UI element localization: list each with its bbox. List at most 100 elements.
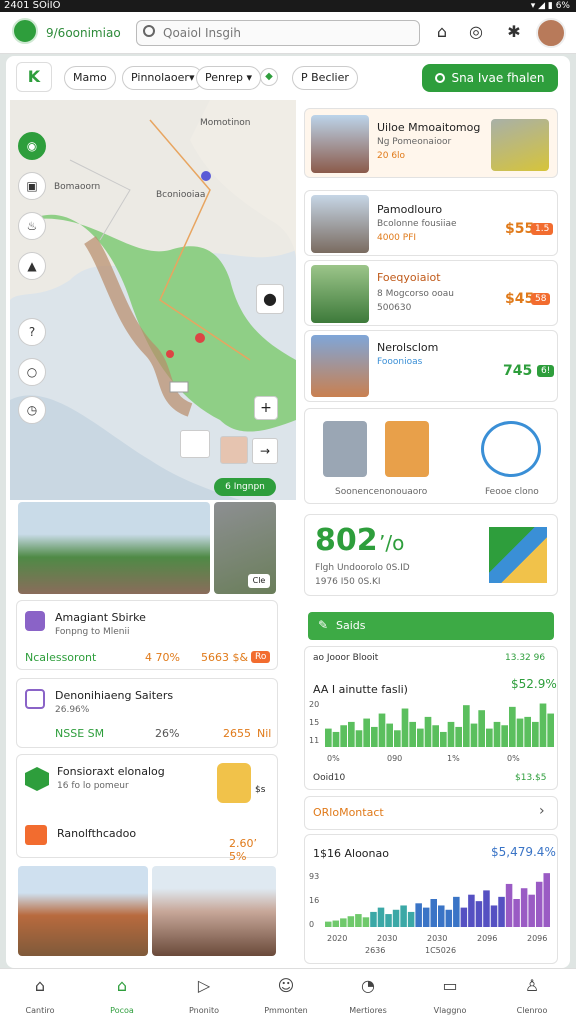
chart1-bar: [325, 728, 332, 747]
chart2-bar: [513, 899, 520, 927]
search-input[interactable]: Qoaiol Insgih: [136, 20, 420, 46]
shield-icon[interactable]: ◆: [260, 68, 278, 86]
collapse-button[interactable]: K: [16, 62, 52, 92]
chart1-bar: [424, 716, 432, 747]
smile-icon: ☺: [277, 976, 295, 995]
compass-icon[interactable]: ◎: [466, 22, 486, 42]
place-badge: 6!: [537, 365, 555, 377]
temple-photo[interactable]: [18, 866, 148, 956]
nav-bag[interactable]: ▭ Vlaggno: [418, 968, 482, 1024]
filter-pill-3[interactable]: Penrep ▾: [196, 66, 262, 90]
user-avatar[interactable]: [536, 18, 566, 48]
chart2-bar: [453, 896, 460, 927]
building-button[interactable]: ▣: [18, 172, 46, 200]
map-thumb-icon[interactable]: ●: [256, 284, 284, 314]
chart2-xtick: 2030: [427, 934, 447, 943]
layers-button[interactable]: ◉: [18, 132, 46, 160]
map-photo-2[interactable]: [220, 436, 248, 464]
status-time: 2401 SOiIO: [4, 0, 61, 11]
street-photo[interactable]: [18, 502, 210, 594]
place-photo: [311, 335, 369, 397]
chart1-bar: [371, 726, 378, 747]
map-arrow-button[interactable]: →: [252, 438, 278, 464]
stat-logo-icon: [489, 527, 547, 583]
chart2-bar: [355, 914, 362, 927]
place-card-2[interactable]: Pamodlouro Bcolonne fousiiae 4000 PFI $5…: [304, 190, 558, 256]
place-card-1[interactable]: Uiloe Mmoaitomog Ng Pomeonaioor 20 6lo: [304, 108, 558, 178]
primary-cta-button[interactable]: Sna Ivae fhalen: [422, 64, 558, 92]
illustration-card[interactable]: Soonencenonouaoro Feooe clono: [304, 408, 558, 504]
chart2-xtick: 2020: [327, 934, 347, 943]
chart2-bar: [392, 909, 400, 927]
link-row[interactable]: ORloMontact ›: [304, 796, 558, 830]
chart2-bar: [347, 916, 355, 927]
chart2-bar: [415, 903, 422, 927]
info-button[interactable]: ?: [18, 318, 46, 346]
brand-logo-icon: [12, 18, 38, 44]
card-icon: [25, 611, 45, 631]
section-title: Saids: [336, 619, 366, 632]
nav-explore[interactable]: ⌂ Pocoa: [90, 968, 154, 1024]
nav-home[interactable]: ⌂ Cantiro: [8, 968, 72, 1024]
notification-icon[interactable]: ✱: [504, 22, 524, 42]
chart2-bar: [422, 907, 430, 927]
chart2-bar: [400, 905, 407, 927]
listing-card-3[interactable]: Fonsioraxt elonalog 16 fo lo pomeur $s R…: [16, 754, 278, 863]
filter-button[interactable]: P Beclier: [292, 66, 358, 90]
chart1-bar: [332, 731, 340, 747]
chevron-right-icon: ›: [539, 803, 545, 819]
bag-icon[interactable]: ⌂: [432, 22, 452, 42]
cta-circle-icon: [435, 73, 446, 83]
mountain-button[interactable]: ▲: [18, 252, 46, 280]
card-badge: Nil: [257, 727, 272, 740]
zoom-in-button[interactable]: +: [254, 396, 278, 420]
place-card-4[interactable]: Nerolsclom Fooonioas 745 6!: [304, 330, 558, 402]
ranking-icon: [25, 825, 47, 845]
filter-pill-1[interactable]: Mamo: [64, 66, 116, 90]
place-title: Uiloe Mmoaitomog: [377, 121, 481, 134]
map-count-badge[interactable]: 6 Ingnpn: [214, 478, 276, 496]
stat-line-1: Flgh Undoorolo 0S.ID: [315, 563, 410, 573]
chart2-xtick: 2096: [477, 934, 497, 943]
listing-card-2[interactable]: Denonihiaeng Saiters 26.96% NSSE SM 26% …: [16, 678, 278, 748]
chart2-bar: [520, 888, 528, 927]
place-title: Pamodlouro: [377, 203, 443, 216]
status-icons: ▾ ◢ ▮ 6%: [530, 1, 570, 11]
cup-button[interactable]: ♨: [18, 212, 46, 240]
place-card-3[interactable]: Foeqyoiaiot 8 Mogcorso ooau 500630 $45 5…: [304, 260, 558, 326]
chart1-bar: [516, 718, 524, 747]
location-button[interactable]: ○: [18, 358, 46, 386]
chart1-bar: [486, 728, 493, 747]
place-price: $45: [505, 291, 535, 307]
compass-nav-icon: ◔: [361, 976, 375, 995]
section-header[interactable]: ✎ Saids: [308, 612, 554, 640]
nav-smile[interactable]: ☺ Pmmonten: [254, 968, 318, 1024]
nav-compass[interactable]: ◔ Mertiores: [336, 968, 400, 1024]
chart1-bar: [463, 705, 470, 747]
listing-card-1[interactable]: Amagiant Sbirke Fonpng to Mlenii Ncaless…: [16, 600, 278, 670]
chart1-bottom-right: $13.$5: [515, 773, 547, 783]
chart1-bar: [470, 723, 478, 747]
map-photo-1[interactable]: [180, 430, 210, 458]
nav-play[interactable]: ▷ Pnonito: [172, 968, 236, 1024]
chart1-svg: 20 15 11 0% 090 1% 0%: [309, 700, 554, 763]
tower-photo[interactable]: [152, 866, 276, 956]
illustration-caption-right: Feooe clono: [485, 487, 539, 497]
place-meta: 20 6lo: [377, 151, 406, 161]
pencil-icon: ✎: [318, 618, 329, 632]
filter-pill-2[interactable]: Pinnolaoer▾: [122, 66, 204, 90]
chart2-value: $5,479.4%: [491, 845, 556, 859]
chart2-bar: [490, 905, 498, 927]
chart1-ytick: 15: [309, 718, 319, 727]
stat-line-2: 1976 I50 0S.KI: [315, 577, 381, 587]
chart1-bar: [432, 725, 439, 747]
map-label-3: Momotinon: [200, 118, 251, 128]
chart2-ytick: 0: [309, 920, 314, 929]
card-subtitle: 26.96%: [55, 705, 90, 715]
chart2-bar: [377, 907, 385, 927]
stat-card: 802 ’/o Flgh Undoorolo 0S.ID 1976 I50 0S…: [304, 514, 558, 596]
nav-profile[interactable]: ♙ Clenroo: [500, 968, 564, 1024]
chart1-bar: [409, 721, 416, 747]
clock-button[interactable]: ◷: [18, 396, 46, 424]
chart2-ytick: 16: [309, 896, 319, 905]
